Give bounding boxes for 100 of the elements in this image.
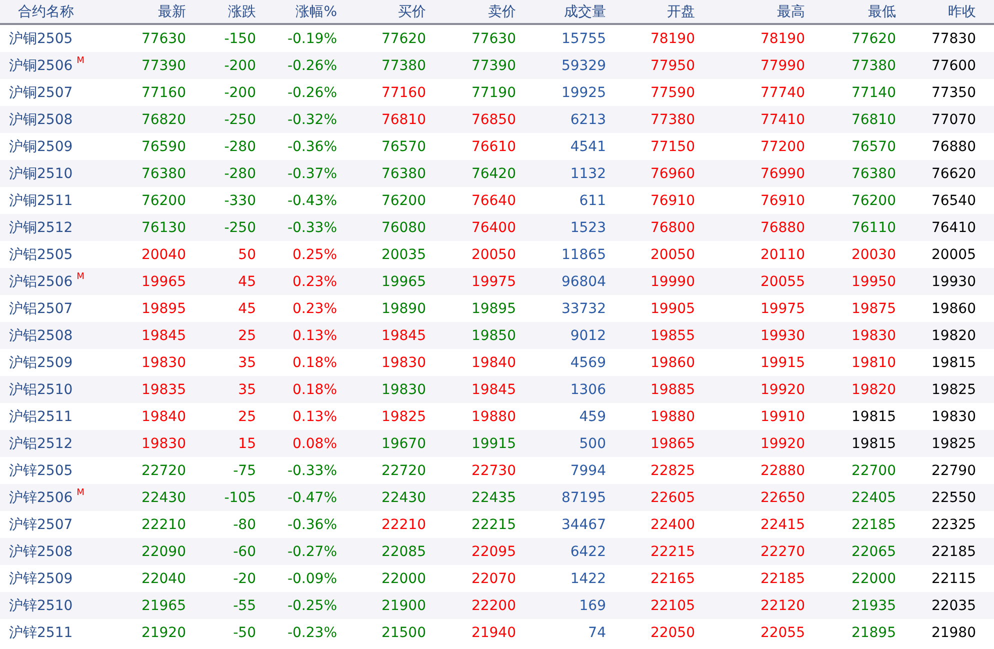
table-cell: 77620 [851, 30, 896, 46]
table-cell: 76570 [381, 138, 426, 154]
table-cell: 1523 [570, 220, 606, 236]
table-cell: 22430 [141, 490, 186, 506]
table-cell: 19825 [381, 408, 426, 424]
table-cell: 19840 [471, 354, 516, 370]
table-cell: 19820 [931, 328, 976, 344]
table-cell: 19820 [851, 382, 896, 398]
table-cell: 9012 [570, 328, 606, 344]
table-cell: 0.23% [292, 300, 337, 316]
contract-name[interactable]: 沪铜2511 [9, 192, 73, 210]
contract-name[interactable]: 沪锌2509 [9, 570, 73, 588]
table-cell: 77150 [650, 138, 695, 154]
table-cell: 22215 [471, 516, 516, 532]
column-header: 最高 [777, 2, 805, 20]
table-cell: 19895 [471, 300, 516, 316]
table-cell: 33732 [561, 300, 606, 316]
table-cell: 22415 [760, 516, 805, 532]
table-cell: 74 [588, 624, 606, 640]
contract-name[interactable]: 沪铝2505 [9, 246, 73, 264]
contract-name[interactable]: 沪铜2512 [9, 218, 73, 236]
contract-name[interactable]: 沪锌2511 [9, 624, 73, 642]
contract-name[interactable]: 沪铝2507 [9, 300, 73, 318]
table-cell: 500 [579, 436, 606, 452]
table-cell: 22185 [851, 516, 896, 532]
table-cell: 19830 [851, 328, 896, 344]
table-cell: 22115 [931, 570, 976, 586]
contract-name[interactable]: 沪铝2506 [9, 272, 73, 290]
table-cell: 76200 [141, 192, 186, 208]
table-cell: 77070 [931, 112, 976, 128]
contract-name[interactable]: 沪铝2512 [9, 434, 73, 452]
table-cell: 19815 [851, 408, 896, 424]
table-cell: 19830 [381, 382, 426, 398]
table-cell: 20050 [650, 246, 695, 262]
table-cell: 20055 [760, 274, 805, 290]
table-cell: 19975 [760, 300, 805, 316]
table-cell: 22825 [650, 462, 695, 478]
table-cell: 22405 [851, 490, 896, 506]
table-cell: -150 [224, 30, 256, 46]
table-cell: 169 [579, 598, 606, 614]
main-contract-mark: M [76, 56, 84, 66]
column-header: 昨收 [948, 2, 976, 20]
table-cell: -0.09% [287, 570, 337, 586]
table-cell: 25 [238, 328, 256, 344]
table-cell: 19990 [650, 274, 695, 290]
column-header: 开盘 [667, 2, 695, 20]
table-cell: 22065 [851, 544, 896, 560]
table-cell: 6422 [570, 544, 606, 560]
contract-name[interactable]: 沪锌2507 [9, 516, 73, 534]
table-cell: 76800 [650, 220, 695, 236]
table-cell: -0.47% [287, 490, 337, 506]
contract-name[interactable]: 沪锌2506 [9, 488, 73, 506]
table-cell: -330 [224, 192, 256, 208]
table-cell: 76640 [471, 192, 516, 208]
table-cell: 7994 [570, 462, 606, 478]
contract-name[interactable]: 沪锌2510 [9, 596, 73, 614]
table-cell: 20110 [760, 246, 805, 262]
contract-name[interactable]: 沪铜2508 [9, 110, 73, 128]
table-cell: 76810 [851, 112, 896, 128]
contract-name[interactable]: 沪锌2505 [9, 462, 73, 480]
table-cell: -60 [233, 544, 256, 560]
table-cell: 19865 [650, 436, 695, 452]
table-cell: 76200 [381, 192, 426, 208]
table-cell: 19830 [381, 354, 426, 370]
table-cell: 22200 [471, 598, 516, 614]
table-cell: 76380 [381, 166, 426, 182]
table-cell: 76420 [471, 166, 516, 182]
table-cell: 21940 [471, 624, 516, 640]
contract-name[interactable]: 沪铜2505 [9, 30, 73, 48]
table-cell: 76610 [471, 138, 516, 154]
table-cell: 22605 [650, 490, 695, 506]
table-cell: 19925 [561, 84, 606, 100]
table-cell: 76410 [931, 220, 976, 236]
contract-name[interactable]: 沪铝2511 [9, 408, 73, 426]
table-cell: 22040 [141, 570, 186, 586]
table-cell: 19830 [141, 436, 186, 452]
contract-name[interactable]: 沪铜2510 [9, 164, 73, 182]
contract-name[interactable]: 沪铜2507 [9, 84, 73, 102]
table-cell: 19830 [141, 354, 186, 370]
contract-name[interactable]: 沪铝2508 [9, 326, 73, 344]
table-cell: -0.37% [287, 166, 337, 182]
table-cell: 22400 [650, 516, 695, 532]
contract-name[interactable]: 沪铝2509 [9, 354, 73, 372]
table-cell: 78190 [650, 30, 695, 46]
table-cell: -0.33% [287, 220, 337, 236]
contract-name[interactable]: 沪铜2506 [9, 56, 73, 74]
contract-name[interactable]: 沪铜2509 [9, 138, 73, 156]
table-cell: 19895 [141, 300, 186, 316]
table-cell: 45 [238, 300, 256, 316]
table-cell: 76400 [471, 220, 516, 236]
table-cell: 22720 [381, 462, 426, 478]
table-cell: 22090 [141, 544, 186, 560]
table-cell: -105 [224, 490, 256, 506]
contract-name[interactable]: 沪锌2508 [9, 542, 73, 560]
table-cell: 21935 [851, 598, 896, 614]
table-cell: 77990 [760, 58, 805, 74]
contract-name[interactable]: 沪铝2510 [9, 380, 73, 398]
column-header: 涨幅% [296, 2, 337, 20]
table-cell: 77380 [650, 112, 695, 128]
table-cell: 76590 [141, 138, 186, 154]
